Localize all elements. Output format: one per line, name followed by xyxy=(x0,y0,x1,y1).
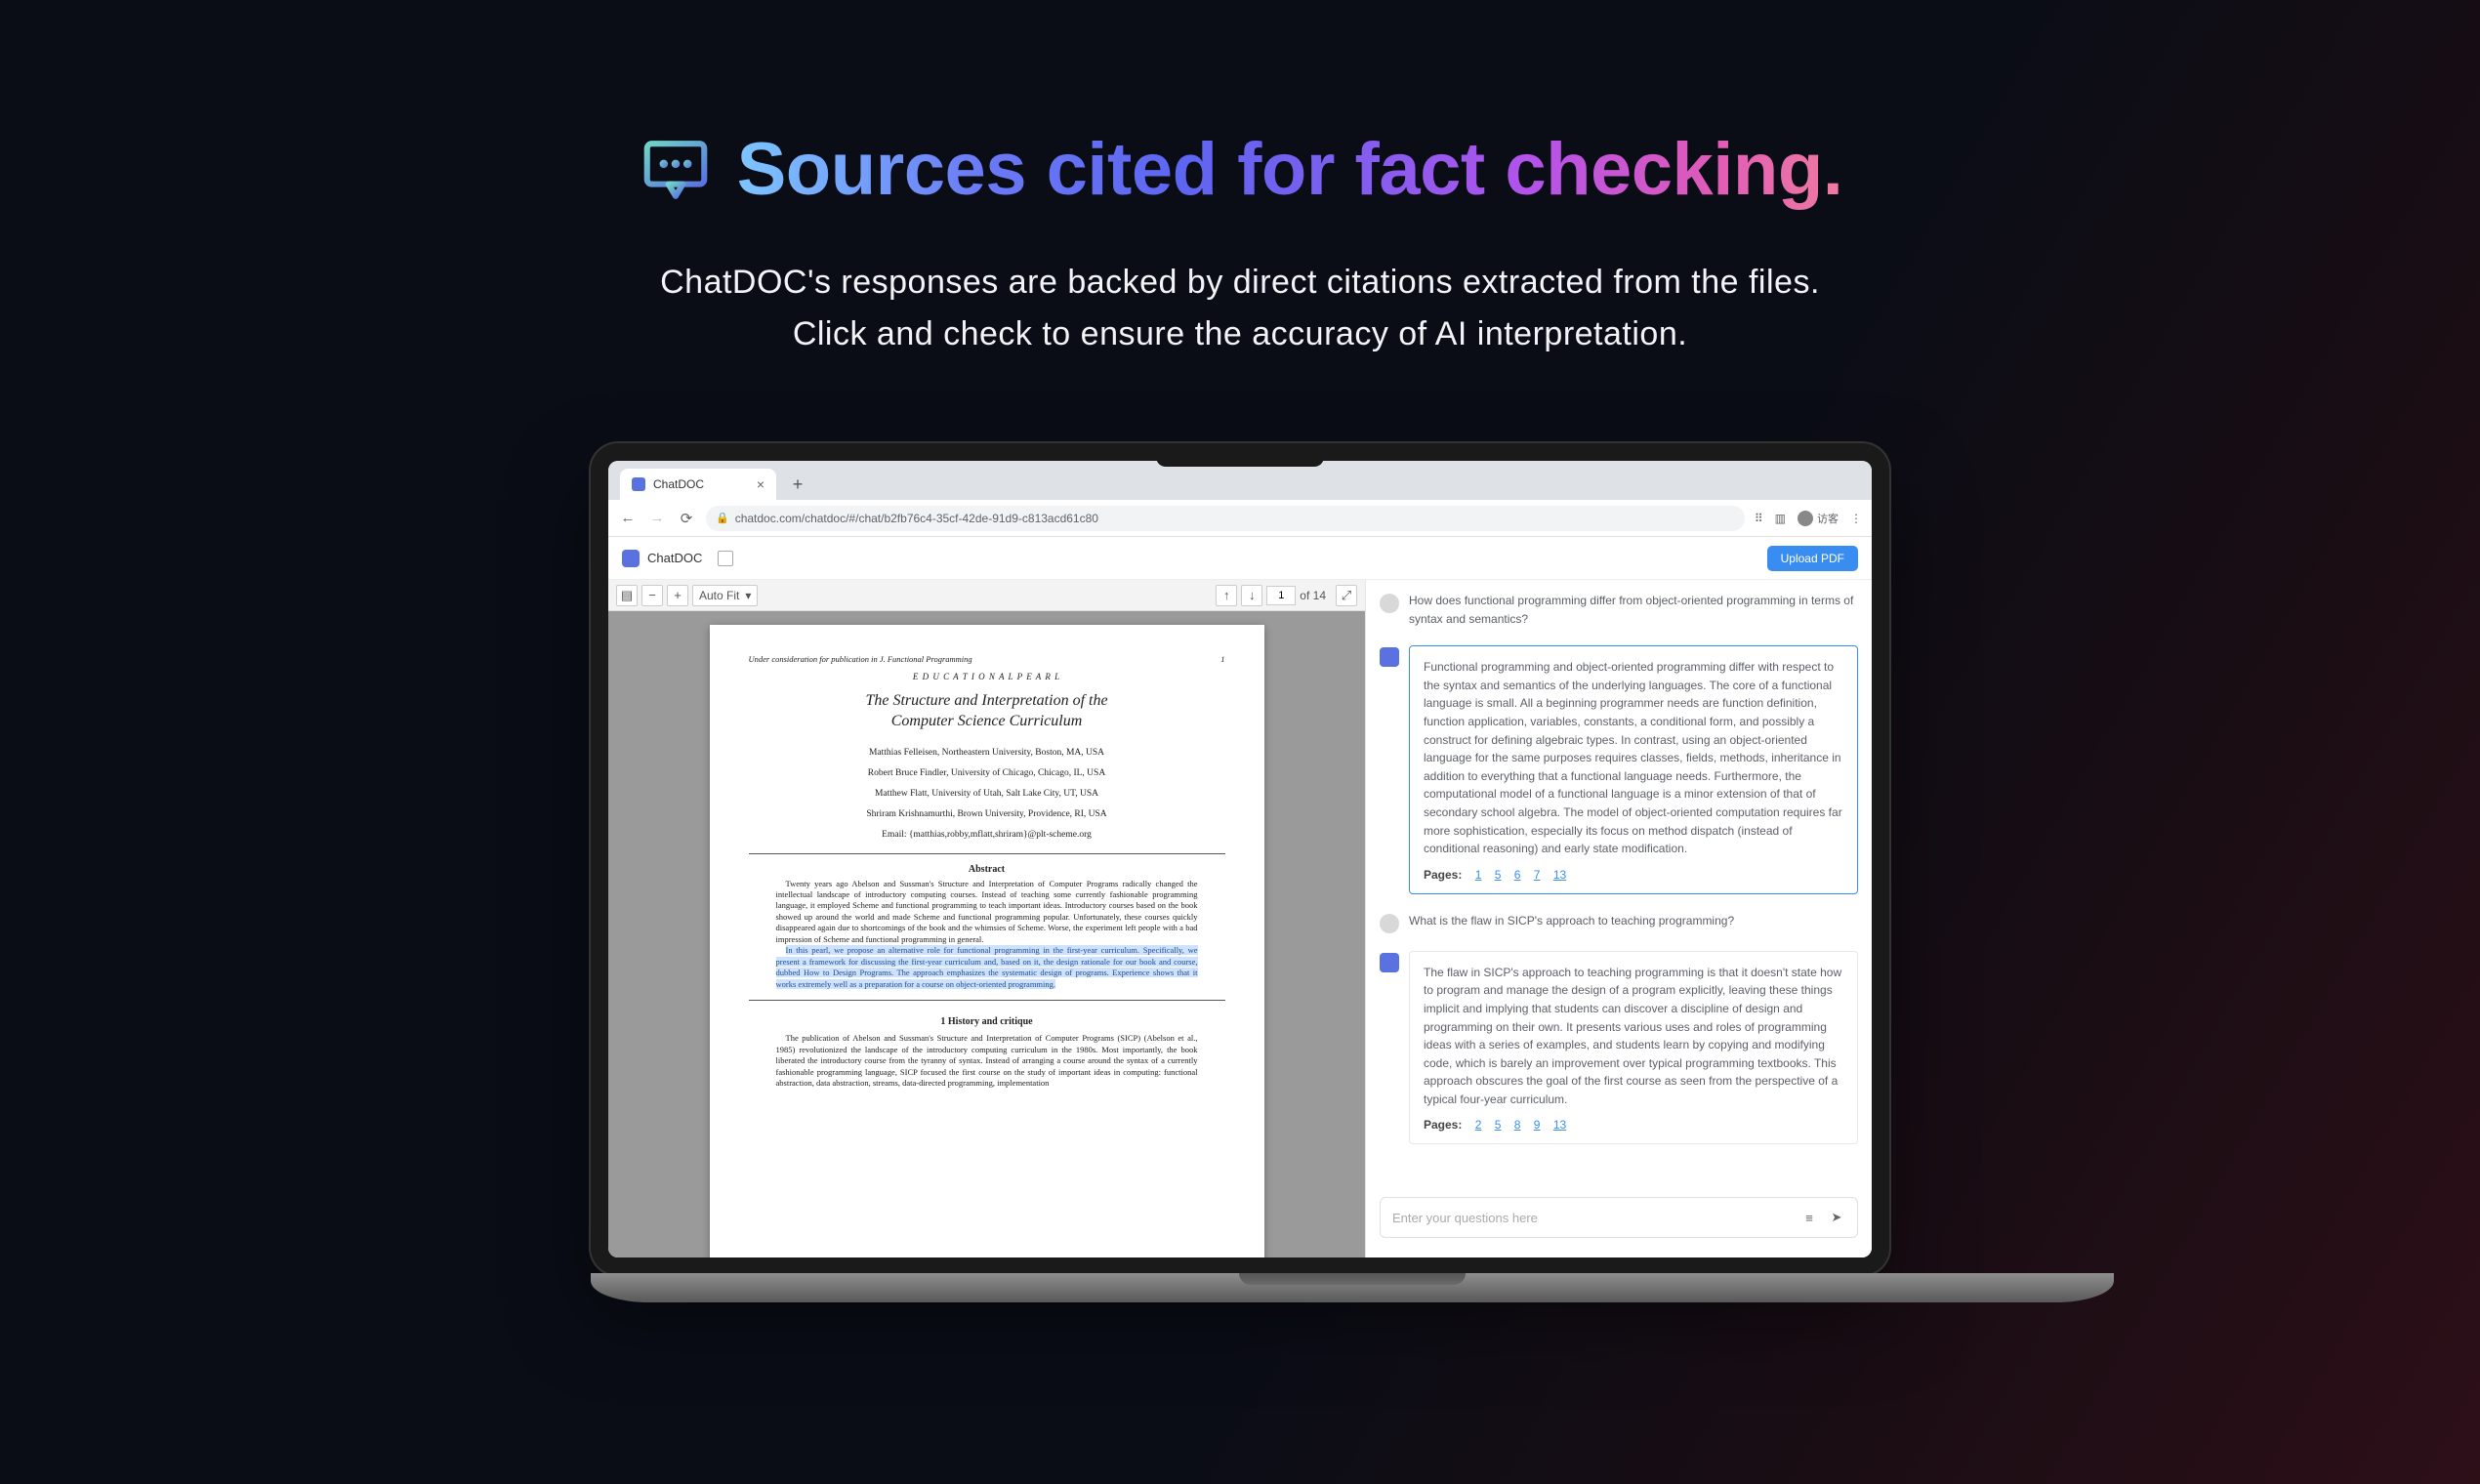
author: Robert Bruce Findler, University of Chic… xyxy=(749,766,1225,781)
list-icon[interactable]: ≡ xyxy=(1800,1211,1818,1225)
reload-button[interactable]: ⟳ xyxy=(677,510,696,527)
input-placeholder: Enter your questions here xyxy=(1392,1211,1791,1225)
zoom-in-button[interactable]: + xyxy=(667,585,688,606)
page-citation[interactable]: 1 xyxy=(1475,868,1482,882)
back-button[interactable]: ← xyxy=(618,510,638,526)
page-citation[interactable]: 13 xyxy=(1553,1118,1566,1132)
hero-sub-line2: Click and check to ensure the accuracy o… xyxy=(0,309,2480,360)
user-icon xyxy=(1798,511,1813,526)
pages-label: Pages: xyxy=(1424,1118,1462,1132)
chat-bubble-icon xyxy=(638,132,714,208)
page-citation[interactable]: 13 xyxy=(1553,868,1566,882)
user-text: What is the flaw in SICP's approach to t… xyxy=(1409,912,1734,933)
guest-label: 访客 xyxy=(1817,511,1839,526)
page-number: 1 xyxy=(1220,654,1224,664)
page-down-button[interactable]: ↓ xyxy=(1241,585,1262,606)
extensions-icon[interactable]: ▥ xyxy=(1775,512,1786,525)
abstract-p1: Twenty years ago Abelson and Sussman's S… xyxy=(776,879,1198,946)
user-message: How does functional programming differ f… xyxy=(1380,592,1858,628)
author: Matthias Felleisen, Northeastern Univers… xyxy=(749,746,1225,761)
profile-button[interactable]: 访客 xyxy=(1798,511,1839,526)
author-email: Email: {matthias,robby,mflatt,shriram}@p… xyxy=(749,828,1225,843)
page-citation[interactable]: 8 xyxy=(1514,1118,1521,1132)
sidebar-icon[interactable]: ▤ xyxy=(616,585,638,606)
page-up-button[interactable]: ↑ xyxy=(1216,585,1237,606)
chevron-down-icon: ▾ xyxy=(745,589,751,602)
tab-title: ChatDOC xyxy=(653,477,704,491)
paper-title-l1: The Structure and Interpretation of the xyxy=(749,691,1225,712)
page-citation[interactable]: 9 xyxy=(1534,1118,1541,1132)
app-logo-icon xyxy=(622,550,640,567)
page-citation[interactable]: 7 xyxy=(1534,868,1541,882)
hero-title: Sources cited for fact checking. xyxy=(737,127,1843,212)
user-message: What is the flaw in SICP's approach to t… xyxy=(1380,912,1858,933)
send-icon[interactable]: ➤ xyxy=(1828,1210,1845,1225)
browser-tabbar: ChatDOC × + xyxy=(608,461,1872,500)
page-citation[interactable]: 2 xyxy=(1475,1118,1482,1132)
abstract-heading: Abstract xyxy=(749,864,1225,875)
answer-text: The flaw in SICP's approach to teaching … xyxy=(1424,964,1843,1109)
chat-input[interactable]: Enter your questions here ≡ ➤ xyxy=(1380,1197,1858,1238)
url-text: chatdoc.com/chatdoc/#/chat/b2fb76c4-35cf… xyxy=(735,512,1098,525)
favicon-icon xyxy=(632,477,645,491)
body-para: The publication of Abelson and Sussman's… xyxy=(776,1033,1198,1089)
section-heading: 1 History and critique xyxy=(749,1016,1225,1027)
app-name: ChatDOC xyxy=(647,551,702,565)
expand-icon[interactable]: ⤢ xyxy=(1336,585,1357,606)
author: Matthew Flatt, University of Utah, Salt … xyxy=(749,787,1225,802)
forward-button[interactable]: → xyxy=(647,510,667,526)
zoom-select[interactable]: Auto Fit ▾ xyxy=(692,585,758,606)
browser-tab[interactable]: ChatDOC × xyxy=(620,469,776,500)
author: Shriram Krishnamurthi, Brown University,… xyxy=(749,807,1225,822)
running-header: Under consideration for publication in J… xyxy=(749,654,972,664)
tab-close-icon[interactable]: × xyxy=(757,476,765,492)
zoom-out-button[interactable]: − xyxy=(641,585,663,606)
upload-pdf-button[interactable]: Upload PDF xyxy=(1767,546,1858,571)
answer-text: Functional programming and object-orient… xyxy=(1424,658,1843,858)
hero-sub-line1: ChatDOC's responses are backed by direct… xyxy=(0,257,2480,309)
page-citation[interactable]: 6 xyxy=(1514,868,1521,882)
page-citation[interactable]: 5 xyxy=(1495,1118,1502,1132)
bot-avatar-icon xyxy=(1380,953,1399,972)
pages-label: Pages: xyxy=(1424,868,1462,882)
paper-title-l2: Computer Science Curriculum xyxy=(749,712,1225,732)
page-input[interactable] xyxy=(1266,586,1296,605)
page-citation[interactable]: 5 xyxy=(1495,868,1502,882)
abstract-highlight: In this pearl, we propose an alternative… xyxy=(776,945,1198,990)
address-bar[interactable]: 🔒 chatdoc.com/chatdoc/#/chat/b2fb76c4-35… xyxy=(706,506,1745,531)
user-avatar-icon xyxy=(1380,914,1399,933)
bot-avatar-icon xyxy=(1380,647,1399,667)
pdf-viewport[interactable]: Under consideration for publication in J… xyxy=(608,611,1365,1257)
translate-icon[interactable]: ⠿ xyxy=(1755,512,1763,525)
laptop-bezel: ChatDOC × + ← → ⟳ 🔒 chatdoc.com/chatdoc/… xyxy=(591,443,1889,1275)
page-total: of 14 xyxy=(1300,589,1326,602)
sidebar-toggle-icon[interactable] xyxy=(718,551,733,566)
menu-icon[interactable]: ⋮ xyxy=(1850,512,1862,525)
user-text: How does functional programming differ f… xyxy=(1409,592,1858,628)
zoom-value: Auto Fit xyxy=(699,589,739,602)
pdf-page: Under consideration for publication in J… xyxy=(710,625,1264,1257)
assistant-message: The flaw in SICP's approach to teaching … xyxy=(1380,951,1858,1145)
user-avatar-icon xyxy=(1380,594,1399,613)
assistant-message: Functional programming and object-orient… xyxy=(1380,645,1858,894)
new-tab-button[interactable]: + xyxy=(784,471,811,498)
lock-icon: 🔒 xyxy=(716,512,729,524)
section-pearl: E D U C A T I O N A L P E A R L xyxy=(749,672,1225,681)
laptop-base xyxy=(591,1273,2114,1302)
